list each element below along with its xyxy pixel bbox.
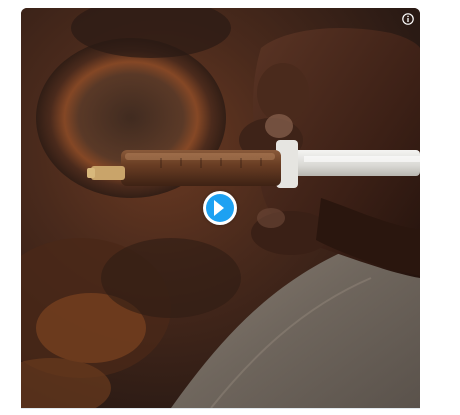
media-card	[0, 0, 460, 415]
play-icon	[214, 200, 224, 216]
video-player[interactable]	[21, 8, 420, 408]
play-button[interactable]	[203, 191, 237, 225]
info-icon[interactable]	[402, 13, 414, 25]
card-divider	[21, 408, 420, 409]
